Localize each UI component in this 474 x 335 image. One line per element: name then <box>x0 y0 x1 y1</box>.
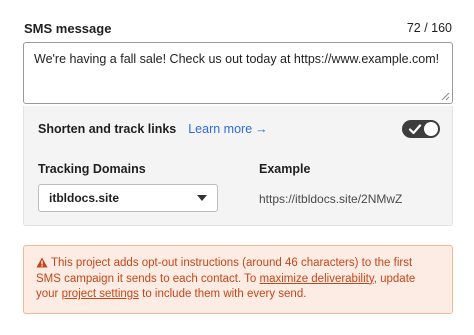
resize-grip-icon[interactable] <box>441 92 450 101</box>
tracking-domain-select[interactable]: itbldocs.site <box>38 184 218 212</box>
learn-more-text: Learn more <box>188 122 253 136</box>
sms-message-label: SMS message <box>24 20 112 36</box>
opt-out-warning: This project adds opt-out instructions (… <box>23 245 453 314</box>
link-tracking-panel: Shorten and track links Learn more → Trac… <box>23 106 453 226</box>
example-header: Example <box>259 162 311 176</box>
warning-triangle-icon <box>36 257 48 268</box>
shorten-links-toggle[interactable] <box>402 120 440 138</box>
maximize-deliverability-link[interactable]: maximize deliverability <box>260 273 374 285</box>
chevron-down-icon <box>197 195 207 201</box>
shorten-track-row: Shorten and track links Learn more → <box>38 122 268 136</box>
character-count: 72 / 160 <box>406 21 452 35</box>
toggle-knob <box>424 122 438 136</box>
sms-message-text: We're having a fall sale! Check us out t… <box>34 52 440 66</box>
warning-text-3: to include them with every send. <box>138 288 307 300</box>
selected-domain: itbldocs.site <box>49 191 120 205</box>
example-url: https://itbldocs.site/2NMwZ <box>259 192 403 206</box>
sms-message-textarea[interactable]: We're having a fall sale! Check us out t… <box>23 42 453 104</box>
sms-header: SMS message 72 / 160 <box>24 18 452 38</box>
arrow-right-icon: → <box>255 122 268 136</box>
learn-more-link[interactable]: Learn more → <box>188 122 267 136</box>
check-icon <box>408 124 422 135</box>
project-settings-link[interactable]: project settings <box>62 288 139 300</box>
shorten-track-label: Shorten and track links <box>38 122 177 136</box>
tracking-domains-header: Tracking Domains <box>38 162 146 176</box>
